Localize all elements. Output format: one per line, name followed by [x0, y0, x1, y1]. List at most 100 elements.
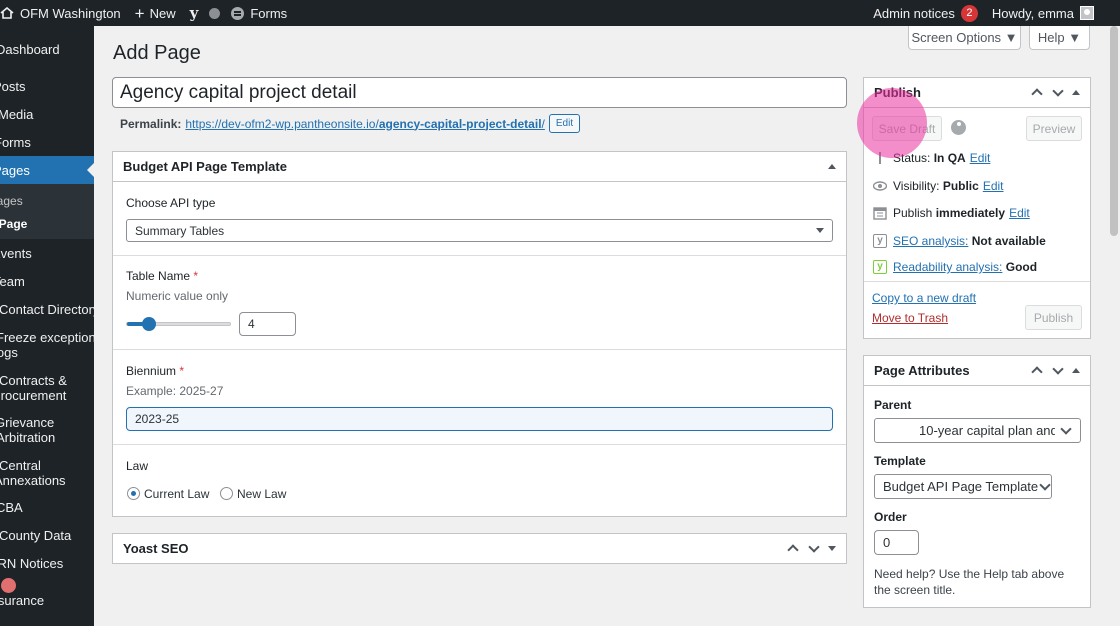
submenu-item-add-new-page[interactable]: Add New Page — [0, 217, 27, 231]
move-up-icon[interactable] — [1030, 86, 1043, 99]
table-name-slider[interactable] — [126, 317, 231, 331]
sidebar-item-contracts-procurement[interactable]: Contracts &Procurement — [0, 373, 94, 403]
preview-button[interactable]: Preview — [1026, 116, 1082, 141]
law-radio-new[interactable] — [220, 487, 233, 500]
sidebar-item-cba[interactable]: CBA — [0, 500, 94, 515]
yoast-seo-postbox: Yoast SEO — [112, 533, 847, 564]
sidebar-item-team[interactable]: Team — [0, 274, 94, 289]
new-content-link[interactable]: + New — [128, 0, 183, 26]
collapse-toggle-icon[interactable] — [1072, 368, 1080, 373]
sidebar-item-grievance-arbitration[interactable]: Grievance Arbitration — [0, 415, 94, 445]
biennium-input[interactable]: 2023-25 — [126, 407, 833, 431]
sidebar-item-contact-directory[interactable]: Contact Directory — [0, 302, 94, 317]
law-option-current-label[interactable]: Current Law — [144, 487, 209, 501]
table-name-input[interactable]: 4 — [239, 312, 296, 336]
submenu-item-all-pages[interactable]: All Pages — [0, 194, 23, 208]
template-select[interactable]: Budget API Page Template — [874, 474, 1052, 499]
seo-analysis-link[interactable]: SEO analysis: — [893, 234, 968, 248]
copy-to-draft-link[interactable]: Copy to a new draft — [872, 291, 976, 305]
sidebar-item-media[interactable]: Media — [0, 107, 94, 122]
visibility-edit-link[interactable]: Edit — [983, 179, 1004, 193]
sidebar-item-label: Events — [0, 246, 32, 261]
yoast-readability-icon: y — [873, 260, 887, 274]
template-label: Template — [874, 454, 926, 468]
table-name-label-text: Table Name — [126, 269, 191, 283]
sidebar-item-county-data[interactable]: County Data — [0, 528, 94, 543]
budget-api-postbox: Budget API Page Template — [112, 151, 847, 517]
budget-api-postbox-header[interactable]: Budget API Page Template — [113, 152, 846, 182]
publish-date-row: Publish immediately Edit — [873, 206, 1030, 220]
law-radio-current[interactable] — [127, 487, 140, 500]
sidebar-item-pages[interactable]: Pages — [0, 156, 94, 184]
move-up-icon[interactable] — [786, 542, 799, 555]
postbox-title: Page Attributes — [874, 363, 970, 378]
admin-notices-label: Admin notices — [873, 5, 955, 21]
permalink-link[interactable]: https://dev-ofm2-wp.pantheonsite.io/agen… — [185, 117, 545, 131]
help-button[interactable]: Help ▼ — [1029, 26, 1090, 50]
permalink-end: / — [541, 116, 545, 131]
parent-select[interactable]: 10-year capital plan and ex — [874, 418, 1081, 443]
postbox-title: Budget API Page Template — [123, 159, 287, 174]
site-name-link[interactable]: OFM Washington — [0, 0, 128, 26]
collapse-toggle-icon[interactable] — [828, 546, 836, 551]
sidebar-item-label: Team — [0, 274, 25, 289]
sidebar-item-label: Dashboard — [0, 42, 60, 57]
sidebar-item-label-line2: logs — [0, 345, 18, 360]
collapse-toggle-icon[interactable] — [1072, 90, 1080, 95]
sidebar-item-insurance[interactable]: Insurance — [0, 593, 94, 608]
calendar-icon — [873, 206, 887, 220]
sidebar-item-label: County Data — [0, 528, 72, 543]
sidebar-item-dashboard[interactable]: Dashboard — [0, 42, 94, 57]
sidebar-item-forms[interactable]: Forms — [0, 135, 94, 150]
sidebar-item-label: Forms — [0, 135, 31, 150]
forms-link[interactable]: Forms — [224, 0, 294, 26]
move-down-icon[interactable] — [1051, 86, 1064, 99]
sidebar-item-posts[interactable]: Posts — [0, 79, 94, 94]
field-divider — [113, 349, 846, 350]
user-account-link[interactable]: Howdy, emma — [985, 0, 1120, 26]
status-dot-link[interactable] — [205, 0, 224, 26]
page-attributes-postbox-header[interactable]: Page Attributes — [864, 356, 1090, 386]
permalink-edit-button[interactable]: Edit — [548, 114, 581, 133]
move-down-icon[interactable] — [807, 542, 820, 555]
yoast-icon: y — [189, 4, 199, 22]
template-value: Budget API Page Template — [883, 479, 1039, 494]
sidebar-item-label: Contracts & — [0, 373, 67, 388]
slider-handle[interactable] — [141, 317, 156, 331]
status-dot-icon — [209, 7, 221, 19]
field-divider — [113, 444, 846, 445]
forms-icon — [231, 6, 245, 20]
status-edit-link[interactable]: Edit — [970, 151, 991, 165]
move-up-icon[interactable] — [1030, 364, 1043, 377]
sidebar-item-events[interactable]: Events — [0, 246, 94, 261]
post-title-input[interactable]: Agency capital project detail — [112, 77, 847, 108]
required-mark: * — [193, 269, 199, 283]
required-mark: * — [179, 364, 185, 378]
biennium-label-text: Biennium — [126, 364, 177, 378]
sidebar-item-label: Media — [0, 107, 34, 122]
admin-notices-link[interactable]: Admin notices 2 — [866, 0, 985, 26]
sidebar-item-warn-notices[interactable]: WARN Notices — [0, 556, 94, 571]
permalink-base: https://dev-ofm2-wp.pantheonsite.io/ — [185, 116, 379, 131]
seo-analysis-row: y SEO analysis: Not available — [873, 234, 1046, 248]
submenu-item-label: Add New Page — [0, 217, 28, 231]
status-value: In QA — [933, 151, 966, 165]
page-scrollbar[interactable] — [1110, 26, 1118, 236]
law-option-new-label[interactable]: New Law — [237, 487, 286, 501]
spinner-icon — [951, 120, 966, 135]
readability-link[interactable]: Readability analysis: — [893, 260, 1002, 274]
yoast-seo-postbox-header[interactable]: Yoast SEO — [113, 534, 846, 563]
sidebar-item-freeze-exception-logs[interactable]: Freeze exceptionlogs — [0, 330, 94, 360]
pages-submenu: All Pages Add New Page — [0, 184, 94, 239]
move-down-icon[interactable] — [1051, 364, 1064, 377]
screen-options-button[interactable]: Screen Options ▼ — [908, 26, 1021, 50]
publish-date-edit-link[interactable]: Edit — [1009, 206, 1030, 220]
api-type-select[interactable]: Summary Tables — [126, 219, 833, 242]
collapse-toggle-icon[interactable] — [828, 164, 836, 169]
yoast-menu-link[interactable]: y — [183, 0, 206, 26]
parent-value: 10-year capital plan and ex — [919, 423, 1055, 438]
move-to-trash-link[interactable]: Move to Trash — [872, 311, 948, 325]
publish-button[interactable]: Publish — [1025, 305, 1082, 330]
order-input[interactable]: 0 — [874, 530, 919, 555]
sidebar-item-central-annexations[interactable]: Central Annexations — [0, 458, 94, 488]
